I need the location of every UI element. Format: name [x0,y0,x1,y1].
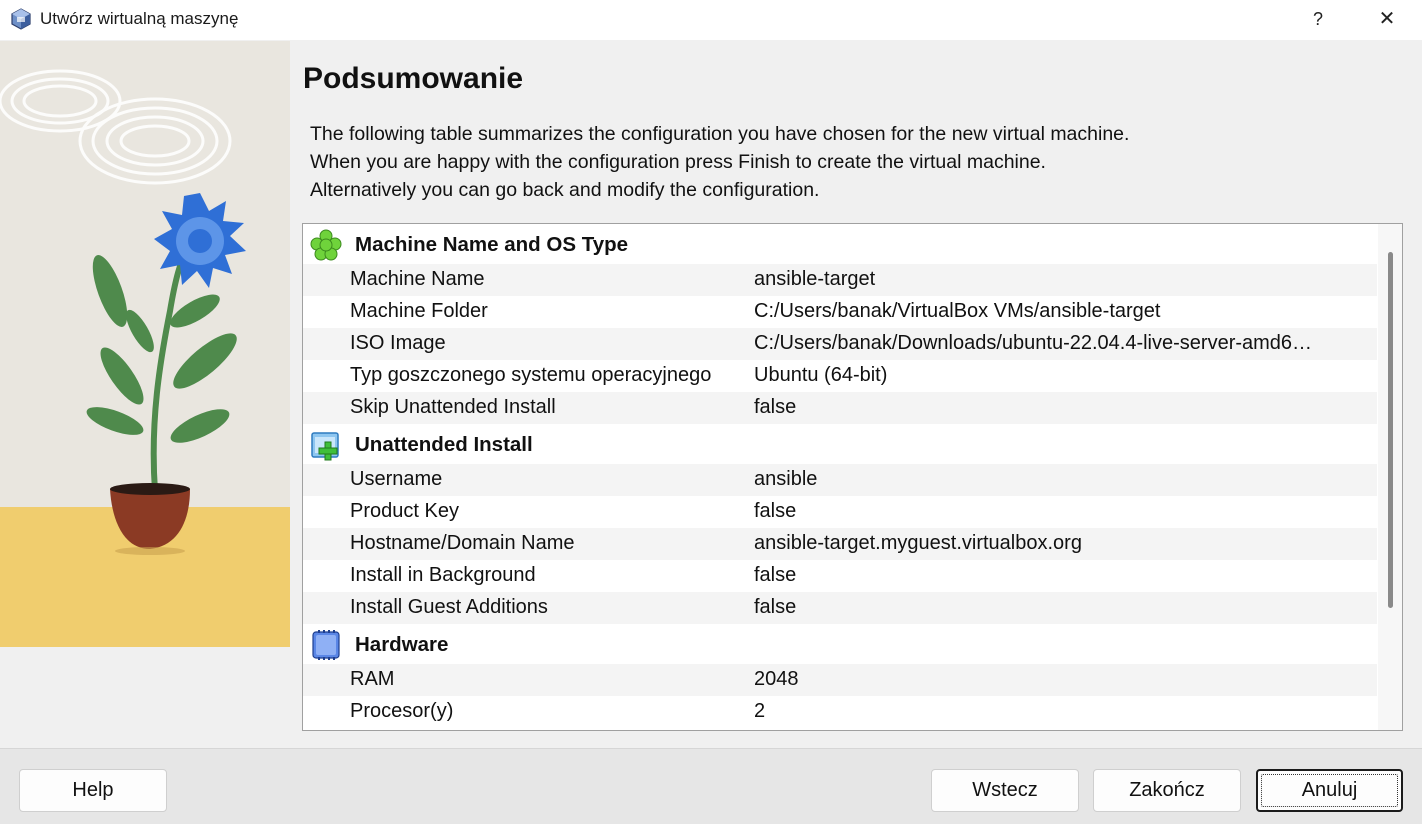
row-key: Product Key [350,500,459,522]
section-hardware[interactable]: Hardware [303,624,1377,664]
row-key: Hostname/Domain Name [350,532,575,554]
section-title: Unattended Install [355,433,533,456]
title-bar: Utwórz wirtualną maszynę ? ✕ [0,0,1422,40]
summary-row[interactable]: ISO Image C:/Users/banak/Downloads/ubunt… [303,328,1377,360]
summary-row[interactable]: RAM 2048 [303,664,1377,696]
os-type-icon [310,229,342,261]
row-value: ansible-target.myguest.virtualbox.org [754,532,1082,554]
row-value: 2 [754,700,766,722]
row-value: ansible [754,468,818,490]
wizard-watermark-image [0,41,290,647]
section-title: Hardware [355,633,449,656]
row-key: Typ goszczonego systemu operacyjnego [350,364,712,386]
row-key: Install Guest Additions [350,596,548,618]
row-value: false [754,596,797,618]
summary-row[interactable]: Machine Folder C:/Users/banak/VirtualBox… [303,296,1377,328]
row-value: C:/Users/banak/VirtualBox VMs/ansible-ta… [754,300,1161,322]
row-value: 2048 [754,668,799,690]
row-value: false [754,500,797,522]
summary-row[interactable]: Username ansible [303,464,1377,496]
description-line: Alternatively you can go back and modify… [310,179,820,201]
row-key: RAM [350,668,395,690]
window-title: Utwórz wirtualną maszynę [40,9,239,28]
summary-tree[interactable]: Machine Name and OS Type Machine Name an… [302,223,1403,731]
close-window-button[interactable]: ✕ [1368,4,1406,34]
row-value: Ubuntu (64-bit) [754,364,888,386]
summary-row[interactable]: Machine Name ansible-target [303,264,1377,296]
page-description: The following table summarizes the confi… [310,120,1129,204]
virtualbox-app-icon [11,8,31,30]
page-title: Podsumowanie [303,62,524,95]
row-value: C:/Users/banak/Downloads/ubuntu-22.04.4-… [754,332,1313,354]
row-value: false [754,396,797,418]
summary-list: Machine Name and OS Type Machine Name an… [303,224,1377,728]
section-unattended-install[interactable]: Unattended Install [303,424,1377,464]
flower-illustration [0,41,290,647]
summary-row[interactable]: Typ goszczonego systemu operacyjnego Ubu… [303,360,1377,392]
summary-row[interactable]: Install Guest Additions false [303,592,1377,624]
row-key: Username [350,468,443,490]
row-key: Procesor(y) [350,700,454,722]
section-title: Machine Name and OS Type [355,233,629,256]
finish-button[interactable]: Zakończ [1093,769,1241,812]
vertical-scrollbar[interactable] [1378,224,1402,730]
summary-row[interactable]: Skip Unattended Install false [303,392,1377,424]
description-line: The following table summarizes the confi… [310,123,1130,145]
unattended-install-icon [311,432,339,461]
back-button[interactable]: Wstecz [931,769,1079,812]
row-key: Machine Name [350,268,485,290]
scrollbar-thumb[interactable] [1388,252,1393,608]
row-key: Skip Unattended Install [350,396,556,418]
row-value: false [754,564,797,586]
button-bar: Help Wstecz Zakończ Anuluj [0,748,1422,824]
focus-indicator [1261,774,1398,807]
row-key: ISO Image [350,332,446,354]
summary-row[interactable]: Hostname/Domain Name ansible-target.mygu… [303,528,1377,560]
context-help-button[interactable]: ? [1300,4,1336,34]
summary-row[interactable]: Product Key false [303,496,1377,528]
cancel-button[interactable]: Anuluj [1256,769,1403,812]
summary-row[interactable]: Procesor(y) 2 [303,696,1377,728]
row-key: Machine Folder [350,300,488,322]
description-line: When you are happy with the configuratio… [310,151,1046,173]
section-machine-name-os-type[interactable]: Machine Name and OS Type [303,224,1377,264]
help-button[interactable]: Help [19,769,167,812]
row-value: ansible-target [754,268,876,290]
row-key: Install in Background [350,564,536,586]
summary-row[interactable]: Install in Background false [303,560,1377,592]
hardware-chip-icon [312,630,340,660]
